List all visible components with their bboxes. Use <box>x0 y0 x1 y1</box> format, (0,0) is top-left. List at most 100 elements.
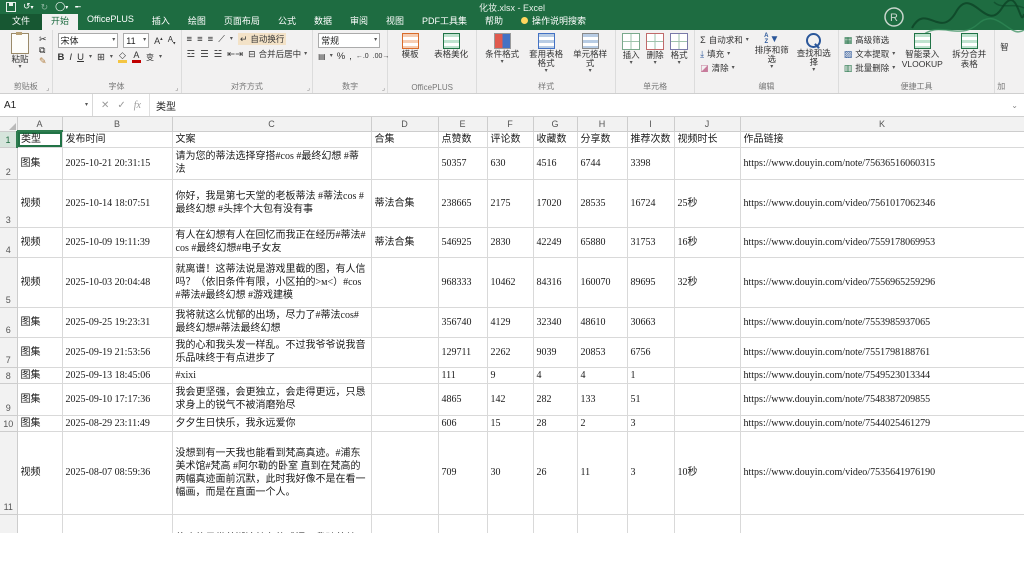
ribbon-tab[interactable]: 开始 <box>42 12 78 30</box>
clear-button[interactable]: ◪ 清除▾ <box>700 62 749 74</box>
cell[interactable]: 50357 <box>438 147 487 179</box>
cell[interactable]: 15 <box>487 415 533 431</box>
cell[interactable] <box>371 383 438 415</box>
cell[interactable]: 42249 <box>533 227 577 257</box>
cell[interactable]: 2025-10-21 20:31:15 <box>62 147 172 179</box>
cell[interactable]: 收藏数 <box>533 131 577 147</box>
cell[interactable] <box>674 147 740 179</box>
cell[interactable]: 25秒 <box>674 179 740 227</box>
cell[interactable]: 2025-08-07 08:59:36 <box>62 431 172 514</box>
cell[interactable]: 文案 <box>172 131 371 147</box>
advanced-filter-button[interactable]: ▦ 高级筛选 <box>844 34 896 46</box>
column-header[interactable]: D <box>371 117 438 131</box>
orientation-icon[interactable]: ⟋ <box>218 34 225 45</box>
cell[interactable]: 4865 <box>438 383 487 415</box>
cell[interactable]: 请为您的蒂法选择穿搭#cos #最终幻想 #蒂法 <box>172 147 371 179</box>
cell[interactable]: 2 <box>577 415 627 431</box>
cell[interactable]: 6744 <box>577 147 627 179</box>
sort-filter-button[interactable]: AZ▼ 排序和筛选 ▾ <box>753 33 791 70</box>
conditional-formatting-button[interactable]: 条件格式 ▾ <box>482 33 522 65</box>
cell[interactable] <box>371 257 438 307</box>
font-size-combo[interactable]: 11 ▾ <box>123 33 149 48</box>
cell[interactable]: 28535 <box>577 179 627 227</box>
cell[interactable]: 没想到有一天我也能看到梵高真迹。#浦东美术馆#梵高 #阿尔勒的卧室 直到在梵高的… <box>172 431 371 514</box>
cell[interactable]: 30663 <box>627 307 674 337</box>
cell[interactable]: 32340 <box>533 307 577 337</box>
cell[interactable]: 3 <box>627 431 674 514</box>
cell[interactable]: 20853 <box>577 337 627 367</box>
cell[interactable] <box>371 337 438 367</box>
row-header[interactable]: 2 <box>0 147 17 179</box>
cell[interactable]: 2025-07-22 20:13:26 <box>62 514 172 533</box>
cell[interactable] <box>371 147 438 179</box>
cell[interactable]: 2025-10-09 19:11:39 <box>62 227 172 257</box>
column-header[interactable]: H <box>577 117 627 131</box>
cell[interactable]: 傍晚的风带着湖湾特有的咸湿，我骑着单车，车筐里的小狗探着头东张西望，在石板路上慢… <box>172 514 371 533</box>
cell[interactable]: 630 <box>487 147 533 179</box>
cell[interactable]: 968333 <box>438 257 487 307</box>
name-box[interactable]: A1 ▾ <box>0 94 93 116</box>
ribbon-tab[interactable]: 数据 <box>305 12 341 30</box>
fill-color-button[interactable]: ◇ <box>118 51 127 63</box>
cell[interactable]: 2025-08-29 23:11:49 <box>62 415 172 431</box>
cell[interactable]: 视频 <box>17 179 62 227</box>
templates-button[interactable]: 模板 <box>393 33 427 59</box>
row-header[interactable]: 4 <box>0 227 17 257</box>
cut-icon[interactable]: ✂ <box>39 35 47 44</box>
cell[interactable]: https://www.douyin.com/note/754952301334… <box>740 367 1024 383</box>
find-select-button[interactable]: 查找和选择 ▾ <box>795 33 833 73</box>
cell[interactable]: https://www.douyin.com/video/75591780699… <box>740 227 1024 257</box>
borders-button[interactable]: ⊞ <box>97 52 105 63</box>
cell[interactable]: 606 <box>438 415 487 431</box>
underline-button[interactable]: U <box>77 52 84 63</box>
row-header[interactable]: 10 <box>0 415 17 431</box>
column-header[interactable]: K <box>740 117 1024 131</box>
cell[interactable]: 2175 <box>487 179 533 227</box>
italic-button[interactable]: I <box>69 52 72 63</box>
cell[interactable]: 65880 <box>577 227 627 257</box>
cell[interactable]: 13 <box>627 514 674 533</box>
cell[interactable]: 282 <box>533 383 577 415</box>
cell[interactable]: 图集 <box>17 415 62 431</box>
cell[interactable]: 84316 <box>533 257 577 307</box>
row-header[interactable]: 9 <box>0 383 17 415</box>
format-painter-icon[interactable]: ✎ <box>39 57 47 66</box>
cell[interactable]: 4 <box>533 367 577 383</box>
cell[interactable]: 11 <box>577 431 627 514</box>
cell[interactable]: 评论数 <box>487 131 533 147</box>
cell[interactable]: 4516 <box>533 147 577 179</box>
cell[interactable]: 分享数 <box>577 131 627 147</box>
ribbon-tab[interactable]: 页面布局 <box>215 12 269 30</box>
row-header[interactable]: 5 <box>0 257 17 307</box>
cell[interactable]: 夕夕生日快乐，我永远爱你 <box>172 415 371 431</box>
row-header[interactable]: 8 <box>0 367 17 383</box>
cell[interactable]: 图集 <box>17 383 62 415</box>
font-name-combo[interactable]: 宋体 ▾ <box>58 33 119 48</box>
column-header[interactable]: B <box>62 117 172 131</box>
cell[interactable] <box>674 415 740 431</box>
cell[interactable]: 3 <box>627 415 674 431</box>
cell[interactable]: 蒂法合集 <box>371 179 438 227</box>
column-header[interactable]: F <box>487 117 533 131</box>
insert-cells-button[interactable]: 插入 ▾ <box>621 33 641 66</box>
cell[interactable]: 51 <box>627 383 674 415</box>
ribbon-tab[interactable]: PDF工具集 <box>413 12 476 30</box>
cell[interactable]: 2262 <box>487 337 533 367</box>
row-header[interactable]: 12 <box>0 514 17 533</box>
cell[interactable]: 我将就这么忧郁的出场，尽力了#蒂法cos#最终幻想#蒂法最终幻想 <box>172 307 371 337</box>
cell[interactable]: 16秒 <box>674 227 740 257</box>
split-merge-table-button[interactable]: 拆分合并 表格 <box>949 33 989 69</box>
grow-font-button[interactable]: A▴ <box>154 36 163 46</box>
column-header[interactable]: G <box>533 117 577 131</box>
cell[interactable]: 就离谱！这蒂法说是游戏里截的图，有人信吗？（依旧条件有限，小区拍的>м<）#co… <box>172 257 371 307</box>
expand-formula-bar-icon[interactable]: ⌄ <box>1005 101 1024 110</box>
insert-function-icon[interactable]: fx <box>134 100 141 111</box>
cell[interactable]: 图集 <box>17 367 62 383</box>
cell[interactable]: 2025-09-13 18:45:06 <box>62 367 172 383</box>
cell[interactable]: 视频 <box>17 431 62 514</box>
cell[interactable]: 31753 <box>627 227 674 257</box>
cell[interactable]: 160070 <box>577 257 627 307</box>
cell[interactable]: 238665 <box>438 179 487 227</box>
align-top-icon[interactable]: ≡ <box>187 34 193 45</box>
cell[interactable]: 13秒 <box>674 514 740 533</box>
